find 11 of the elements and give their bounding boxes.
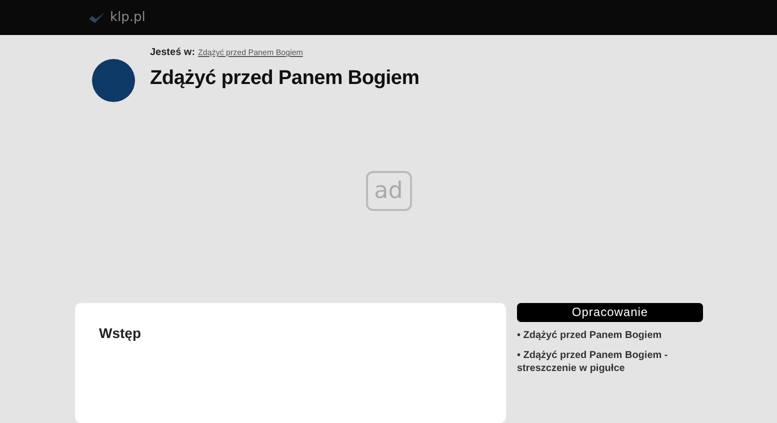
logo-link[interactable]: klp.pl: [110, 10, 146, 25]
sidebar-heading: Opracowanie: [517, 303, 703, 322]
section-heading: Wstęp: [99, 325, 142, 341]
avatar: [92, 59, 135, 102]
breadcrumb-label: Jesteś w:: [150, 47, 196, 58]
page-title: Zdążyć przed Panem Bogiem: [150, 67, 420, 90]
ad-label: ad: [374, 178, 403, 204]
sidebar-link[interactable]: • Zdążyć przed Panem Bogiem: [517, 329, 703, 342]
ad-frame-icon: [366, 170, 412, 210]
sidebar-link[interactable]: • Zdążyć przed Panem Bogiem - streszczenie w pigułce: [517, 349, 703, 375]
breadcrumb-link[interactable]: Zdążyć przed Panem Bogiem: [198, 48, 303, 57]
